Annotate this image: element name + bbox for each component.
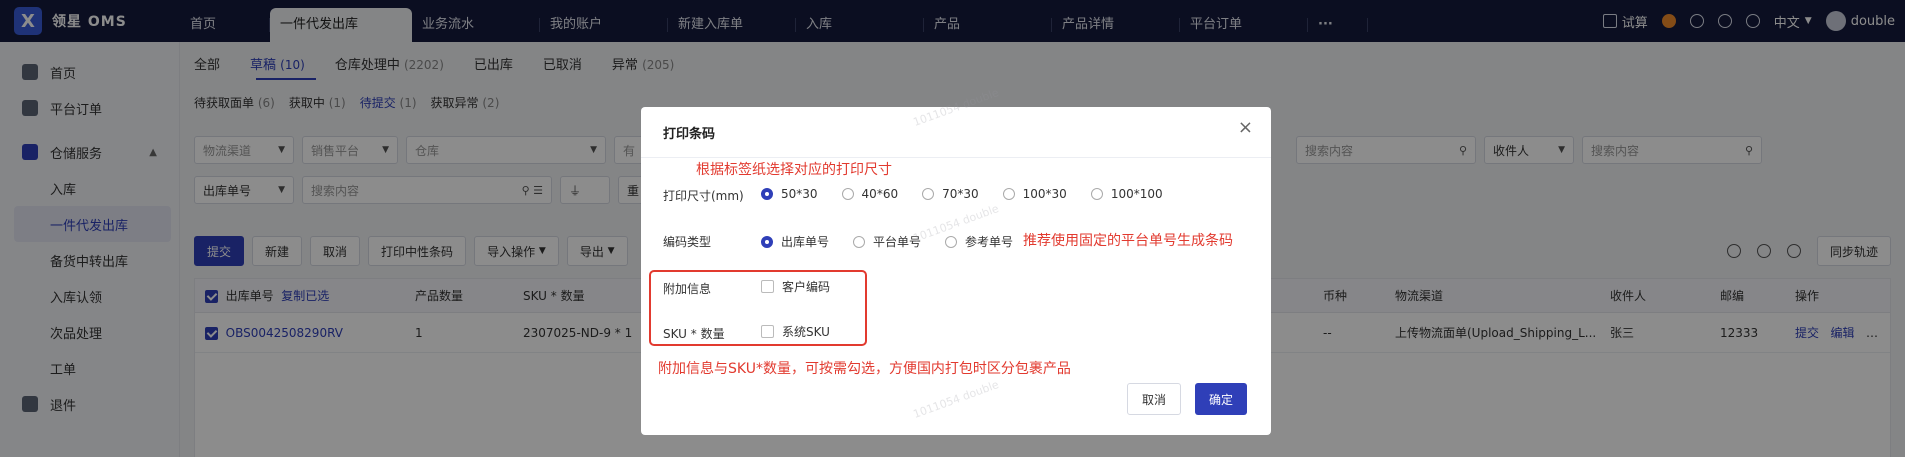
radio-label: 50*30 (781, 187, 818, 201)
size-radio-100x100[interactable]: 100*100 (1090, 187, 1163, 201)
close-icon[interactable]: × (1238, 117, 1253, 138)
annotation-extra-tip: 附加信息与SKU*数量，可按需勾选，方便国内打包时区分包裹产品 (658, 361, 1071, 377)
radio-dot (1090, 188, 1103, 200)
code-radio-outbound-no[interactable]: 出库单号 (761, 233, 829, 250)
dialog-title: 打印条码 (663, 127, 716, 142)
dialog-ok-button[interactable]: 确定 (1195, 383, 1248, 415)
radio-label: 100*30 (1022, 187, 1067, 201)
radio-dot (841, 188, 854, 200)
radio-dot (1002, 188, 1015, 200)
radio-label: 100*100 (1110, 187, 1163, 201)
code-type-radio-group: 出库单号 平台单号 参考单号 (761, 233, 1013, 250)
radio-dot (945, 235, 958, 248)
code-radio-reference-no[interactable]: 参考单号 (945, 233, 1013, 250)
print-size-label: 打印尺寸(mm) (663, 189, 744, 203)
size-radio-70x30[interactable]: 70*30 (922, 187, 979, 201)
radio-label: 40*60 (861, 187, 899, 201)
annotation-size-tip: 根据标签纸选择对应的打印尺寸 (696, 162, 892, 178)
annotation-code-tip: 推荐使用固定的平台单号生成条码 (1023, 233, 1233, 249)
radio-dot (922, 188, 935, 200)
size-radio-100x30[interactable]: 100*30 (1002, 187, 1067, 201)
code-radio-platform-no[interactable]: 平台单号 (853, 233, 921, 250)
radio-dot (761, 188, 773, 200)
dialog-divider (641, 157, 1271, 158)
code-type-label: 编码类型 (663, 235, 712, 249)
annotation-highlight-box (649, 270, 867, 346)
radio-label: 70*30 (942, 187, 979, 201)
watermark: 1011054 double (911, 378, 1001, 421)
dialog-cancel-button[interactable]: 取消 (1127, 383, 1182, 415)
radio-label: 参考单号 (965, 235, 1014, 249)
size-radio-40x60[interactable]: 40*60 (841, 187, 899, 201)
print-size-radio-group: 50*30 40*60 70*30 100*30 100*100 (761, 187, 1163, 201)
radio-label: 出库单号 (781, 235, 830, 249)
radio-dot (853, 235, 866, 248)
radio-dot (761, 235, 773, 248)
size-radio-50x30[interactable]: 50*30 (761, 187, 818, 201)
